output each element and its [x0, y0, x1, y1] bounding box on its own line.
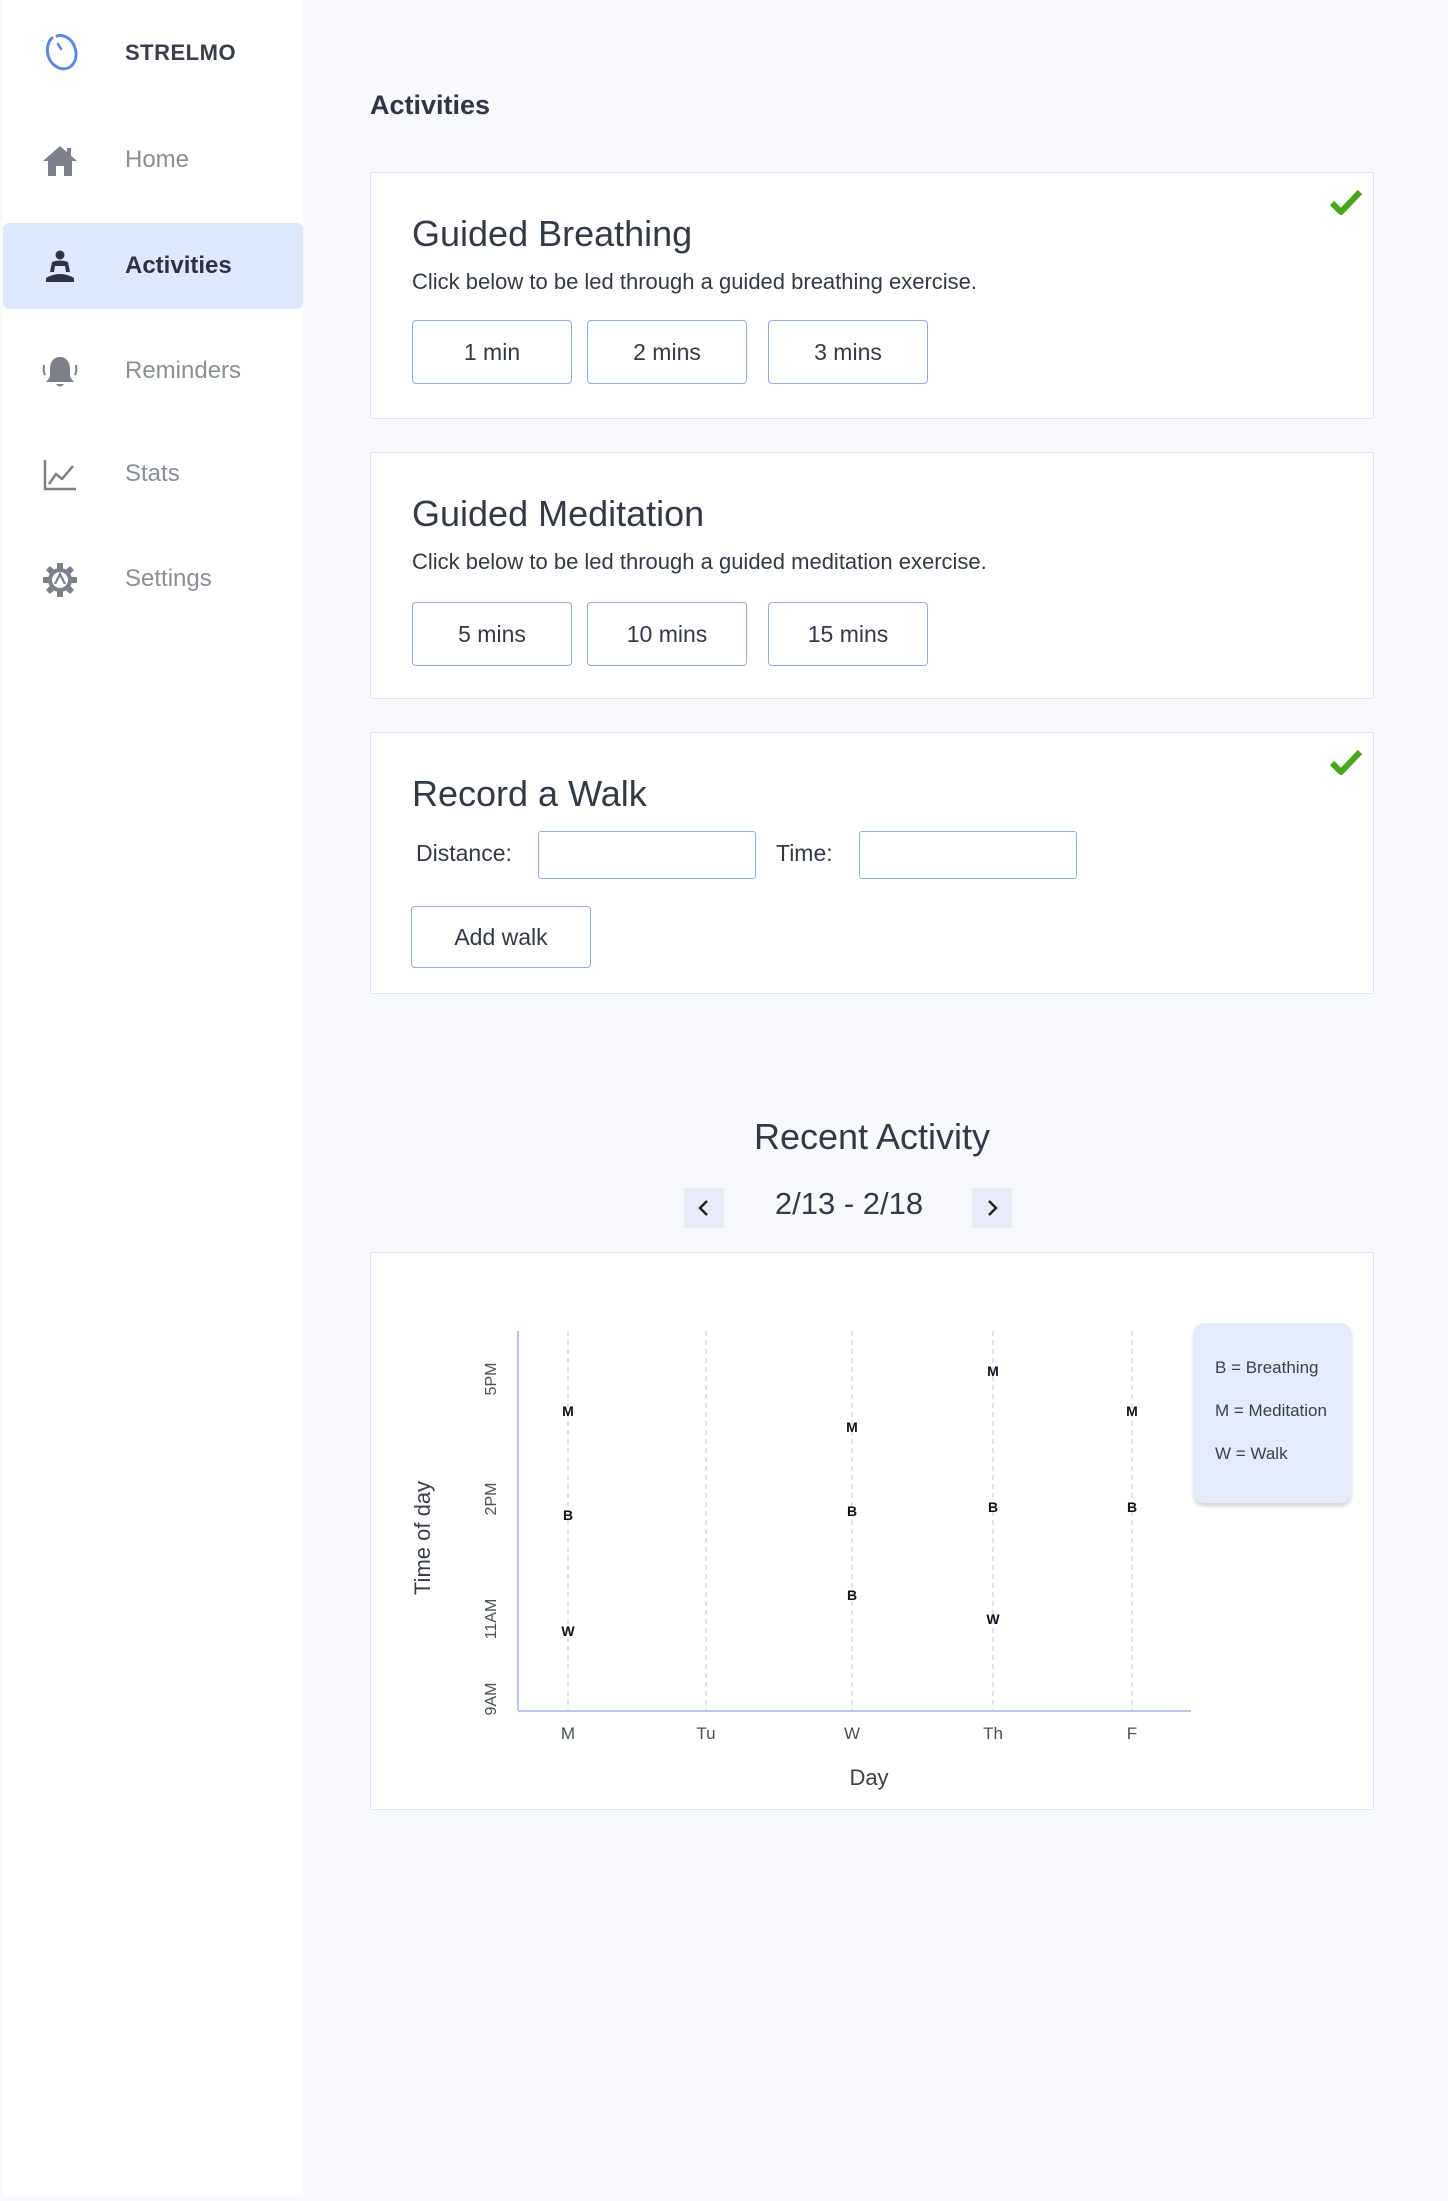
meditation-description: Click below to be led through a guided m…: [412, 549, 987, 574]
brand[interactable]: STRELMO: [3, 0, 303, 106]
chevron-left-icon: [698, 1200, 708, 1216]
meditation-title: Guided Meditation: [412, 493, 705, 534]
chevron-right-icon: [988, 1200, 998, 1216]
meditation-10-mins-button[interactable]: 10 mins: [587, 602, 747, 666]
y-tick-label: 2PM: [483, 1483, 500, 1516]
prev-week-button[interactable]: [684, 1188, 724, 1228]
time-label: Time:: [776, 840, 833, 866]
sidebar-item-stats[interactable]: Stats: [3, 431, 303, 517]
home-icon: [43, 146, 77, 176]
distance-input[interactable]: [538, 831, 756, 879]
meditation-15-mins-button[interactable]: 15 mins: [768, 602, 928, 666]
data-point-m: M: [1126, 1403, 1138, 1419]
page-title: Activities: [370, 90, 491, 120]
meditation-5-mins-button[interactable]: 5 mins: [412, 602, 572, 666]
bell-icon: [42, 357, 78, 387]
x-tick-label: Tu: [696, 1724, 715, 1743]
x-tick-label: W: [844, 1724, 860, 1743]
legend-item-walk: W = Walk: [1215, 1444, 1288, 1463]
distance-label: Distance:: [416, 840, 512, 866]
x-tick-label: M: [561, 1724, 575, 1743]
check-icon: [1329, 749, 1363, 775]
breathing-3-mins-button[interactable]: 3 mins: [768, 320, 928, 384]
meditation-icon: [46, 250, 74, 282]
add-walk-button[interactable]: Add walk: [411, 906, 591, 968]
x-tick-label: F: [1127, 1724, 1137, 1743]
data-point-b: B: [988, 1499, 998, 1515]
breathing-2-mins-button[interactable]: 2 mins: [587, 320, 747, 384]
sidebar-item-label: Reminders: [125, 357, 242, 384]
logo-icon: [45, 34, 78, 71]
breathing-card: Guided Breathing Click below to be led t…: [370, 172, 1374, 419]
sidebar: STRELMO Home Activities Reminders Stats: [3, 0, 303, 2195]
breathing-title: Guided Breathing: [412, 213, 693, 254]
sidebar-item-label: Stats: [125, 460, 180, 487]
y-tick-label: 11AM: [483, 1599, 500, 1640]
breathing-description: Click below to be led through a guided b…: [412, 269, 978, 294]
legend-item-meditation: M = Meditation: [1215, 1401, 1327, 1420]
data-point-m: M: [987, 1363, 999, 1379]
sidebar-item-label: Settings: [125, 565, 212, 592]
recent-activity-title: Recent Activity: [753, 1116, 991, 1157]
data-point-m: M: [562, 1403, 574, 1419]
data-point-b: B: [1127, 1499, 1137, 1515]
x-axis-label: Day: [849, 1765, 888, 1790]
data-point-w: W: [986, 1611, 1000, 1627]
walk-card: Record a Walk Distance: Time: Add walk: [370, 732, 1374, 994]
sidebar-item-home[interactable]: Home: [3, 117, 303, 203]
data-point-w: W: [561, 1623, 575, 1639]
sidebar-item-label: Home: [125, 146, 190, 173]
date-range-nav: 2/13 - 2/18: [684, 1186, 1014, 1230]
time-input[interactable]: [859, 831, 1077, 879]
app-name: STRELMO: [125, 40, 237, 65]
check-icon: [1329, 189, 1363, 215]
x-tick-label: Th: [983, 1724, 1003, 1743]
recent-activity-chart: M Tu W Th F 9AM 11AM 2PM 5PM Day Time of day M B W M B B…: [370, 1252, 1374, 1810]
gear-icon: [43, 563, 77, 597]
breathing-1-min-button[interactable]: 1 min: [412, 320, 572, 384]
data-point-b: B: [563, 1507, 573, 1523]
legend-item-breathing: B = Breathing: [1215, 1358, 1319, 1377]
sidebar-item-reminders[interactable]: Reminders: [3, 328, 303, 414]
sidebar-item-label: Activities: [125, 252, 232, 279]
chart-legend: B = Breathing M = Meditation W = Walk: [1194, 1323, 1351, 1503]
sidebar-item-settings[interactable]: Settings: [3, 536, 303, 622]
sidebar-item-activities[interactable]: Activities: [3, 223, 303, 309]
next-week-button[interactable]: [972, 1188, 1012, 1228]
y-tick-label: 5PM: [483, 1363, 500, 1396]
data-point-b: B: [847, 1587, 857, 1603]
walk-title: Record a Walk: [412, 773, 647, 814]
data-point-b: B: [847, 1503, 857, 1519]
date-range-label: 2/13 - 2/18: [774, 1186, 924, 1221]
y-tick-label: 9AM: [483, 1683, 500, 1716]
chart-line-icon: [43, 460, 76, 491]
data-point-m: M: [846, 1419, 858, 1435]
y-axis-label: Time of day: [410, 1481, 435, 1595]
meditation-card: Guided Meditation Click below to be led …: [370, 452, 1374, 699]
